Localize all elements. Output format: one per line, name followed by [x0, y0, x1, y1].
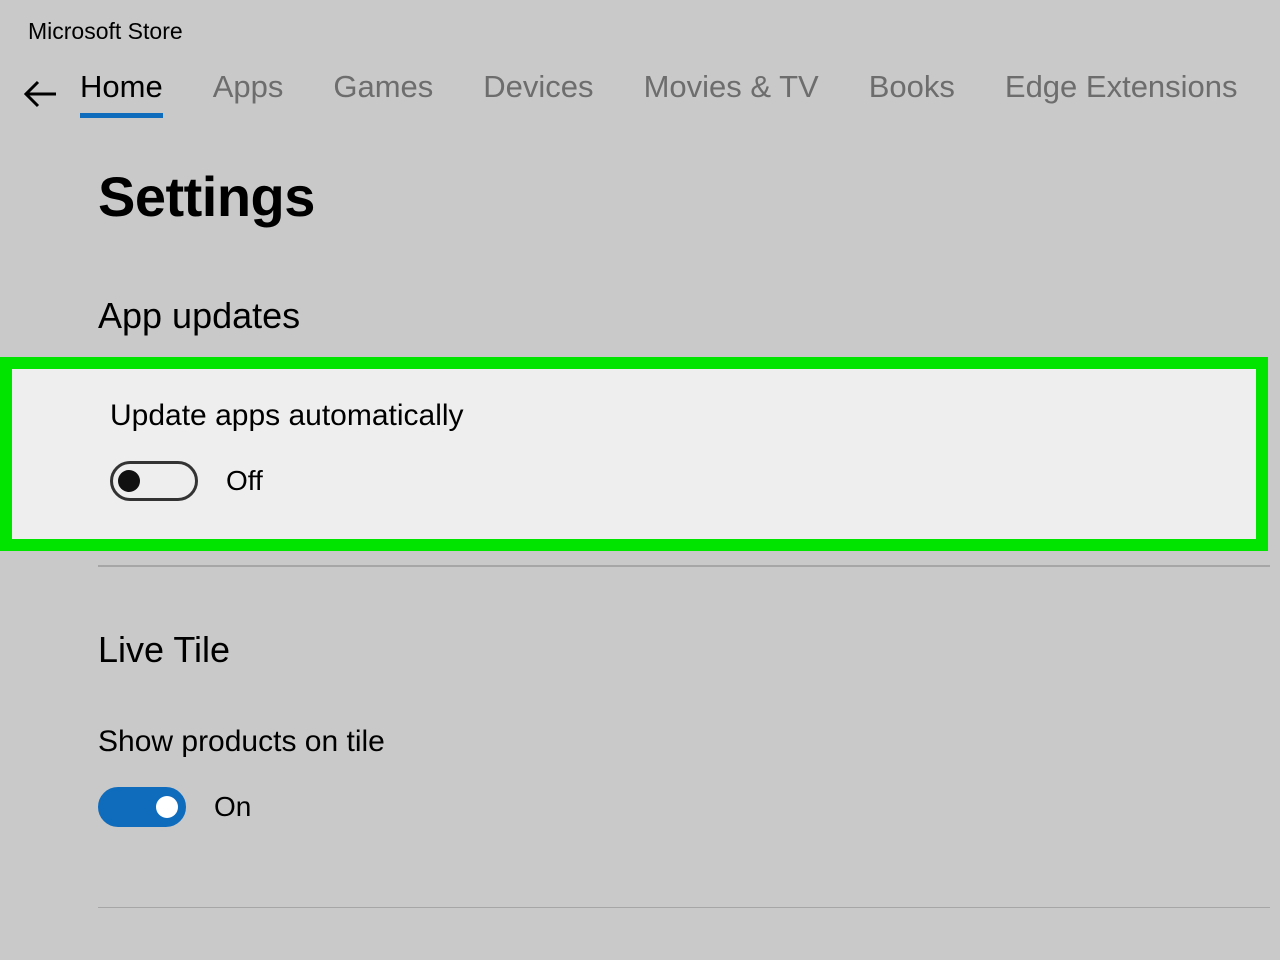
- setting-label-update-apps: Update apps automatically: [110, 399, 1256, 433]
- setting-label-show-products: Show products on tile: [98, 725, 1280, 759]
- tab-apps[interactable]: Apps: [213, 69, 284, 113]
- toggle-knob-icon: [118, 470, 140, 492]
- tab-books[interactable]: Books: [869, 69, 955, 113]
- highlighted-setting-app-updates: Update apps automatically Off: [0, 357, 1268, 551]
- toggle-row-update-apps: Off: [110, 461, 1256, 501]
- section-heading-app-updates: App updates: [98, 295, 1280, 337]
- tab-home[interactable]: Home: [80, 69, 163, 118]
- toggle-knob-icon: [156, 796, 178, 818]
- page-title: Settings: [98, 164, 1280, 229]
- back-arrow-icon: [22, 79, 58, 109]
- toggle-show-products-on-tile[interactable]: [98, 787, 186, 827]
- section-divider: [98, 907, 1270, 909]
- nav-bar: Home Apps Games Devices Movies & TV Book…: [0, 59, 1280, 142]
- section-divider: [98, 565, 1270, 567]
- section-heading-live-tile: Live Tile: [98, 629, 1280, 671]
- toggle-row-show-products: On: [98, 787, 1280, 827]
- toggle-state-update-apps: Off: [226, 465, 263, 497]
- settings-content: Settings App updates Update apps automat…: [0, 164, 1280, 908]
- back-button[interactable]: [0, 79, 80, 109]
- tab-movies-tv[interactable]: Movies & TV: [644, 69, 819, 113]
- toggle-update-apps-automatically[interactable]: [110, 461, 198, 501]
- section-live-tile: Live Tile Show products on tile On: [98, 629, 1280, 827]
- tab-devices[interactable]: Devices: [483, 69, 593, 113]
- toggle-state-show-products: On: [214, 791, 251, 823]
- tab-games[interactable]: Games: [333, 69, 433, 113]
- nav-tabs: Home Apps Games Devices Movies & TV Book…: [80, 69, 1238, 118]
- tab-edge-extensions[interactable]: Edge Extensions: [1005, 69, 1238, 113]
- window-title: Microsoft Store: [0, 0, 1280, 59]
